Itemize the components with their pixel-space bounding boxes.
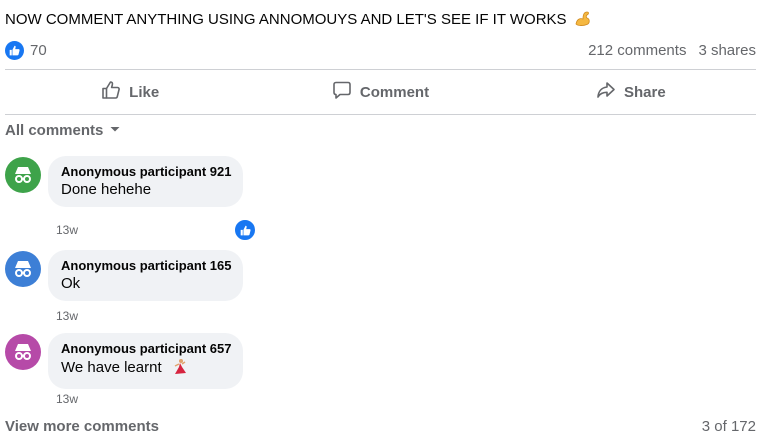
- comment-item: Anonymous participant 657 We have learnt: [5, 333, 244, 389]
- like-button[interactable]: Like: [5, 70, 255, 114]
- avatar[interactable]: [5, 334, 41, 370]
- divider: [5, 114, 756, 115]
- anonymous-incognito-icon: [15, 344, 31, 360]
- like-reaction-icon: [5, 40, 24, 60]
- anonymous-incognito-icon: [15, 167, 31, 183]
- post-stats: 70 212 comments 3 shares: [5, 38, 756, 62]
- comment-item: Anonymous participant 921 Done hehehe: [5, 156, 244, 207]
- comment-text: Done hehehe: [61, 181, 152, 198]
- comment-like-reaction-icon[interactable]: [233, 218, 257, 242]
- share-arrow-icon: [596, 80, 616, 104]
- comment-button[interactable]: Comment: [255, 70, 505, 114]
- comment-bubble-icon: [332, 80, 352, 104]
- comments-pagination: 3 of 172: [701, 418, 756, 435]
- comment-bubble: Anonymous participant 657 We have learnt: [48, 333, 244, 389]
- comment-author[interactable]: Anonymous participant 657: [61, 341, 231, 356]
- anonymous-incognito-icon: [15, 261, 31, 277]
- comment-bubble: Anonymous participant 165 Ok: [48, 250, 244, 301]
- comment-text: We have learnt: [61, 358, 231, 380]
- caret-down-icon: [109, 122, 121, 139]
- comment-timestamp[interactable]: 13w: [56, 223, 78, 237]
- comment-bubble: Anonymous participant 921 Done hehehe: [48, 156, 244, 207]
- comment-timestamp[interactable]: 13w: [56, 309, 78, 323]
- post-text: NOW COMMENT ANYTHING USING ANNOMOUYS AND…: [5, 9, 592, 31]
- comment-timestamp[interactable]: 13w: [56, 392, 78, 406]
- view-more-comments-link[interactable]: View more comments: [5, 418, 159, 435]
- comment-text-content: We have learnt: [61, 359, 162, 376]
- comment-item: Anonymous participant 165 Ok: [5, 250, 244, 301]
- thumbs-up-icon: [101, 80, 121, 104]
- post-text-content: NOW COMMENT ANYTHING USING ANNOMOUYS AND…: [5, 11, 567, 28]
- comments-filter-label: All comments: [5, 122, 104, 139]
- share-label: Share: [623, 83, 666, 101]
- comments-filter-dropdown[interactable]: All comments: [5, 122, 121, 139]
- reaction-count: 70: [30, 41, 47, 59]
- comments-footer: View more comments 3 of 172: [5, 418, 756, 435]
- dancing-woman-icon: [170, 358, 188, 380]
- comment-author[interactable]: Anonymous participant 165: [61, 258, 231, 273]
- like-label: Like: [129, 83, 160, 101]
- post-actions: Like Comment Share: [5, 70, 756, 114]
- comments-count[interactable]: 212 comments: [588, 42, 686, 59]
- comment-label: Comment: [359, 83, 430, 101]
- reactions-summary[interactable]: 70: [5, 40, 47, 60]
- flexed-biceps-icon: [574, 9, 592, 31]
- comment-text: Ok: [61, 275, 81, 292]
- share-button[interactable]: Share: [506, 70, 756, 114]
- avatar[interactable]: [5, 157, 41, 193]
- avatar[interactable]: [5, 251, 41, 287]
- shares-count[interactable]: 3 shares: [698, 42, 756, 59]
- comment-author[interactable]: Anonymous participant 921: [61, 164, 231, 179]
